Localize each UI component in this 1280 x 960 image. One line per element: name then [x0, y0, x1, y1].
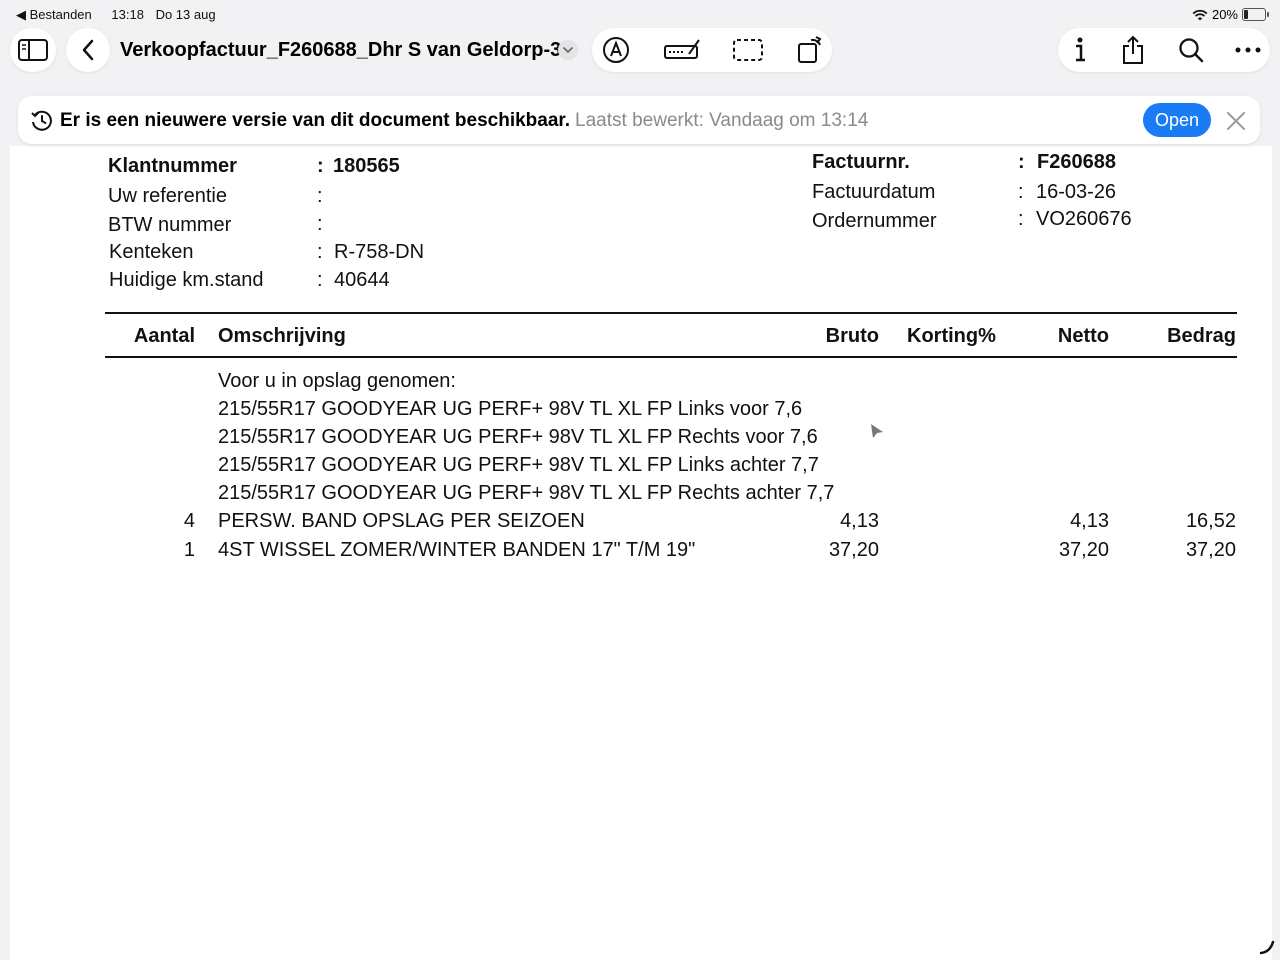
field-separator: : — [1018, 208, 1024, 230]
field-value-factuurdatum: 16-03-26 — [1036, 181, 1117, 203]
field-label-kenteken: Kenteken — [109, 241, 194, 263]
field-separator: : — [317, 269, 323, 291]
close-icon[interactable] — [1226, 111, 1246, 131]
note-line: 215/55R17 GOODYEAR UG PERF+ 98V TL XL FP… — [218, 482, 835, 504]
line-aantal: 1 — [183, 539, 195, 561]
battery-percentage: 20% — [1211, 7, 1238, 22]
column-header-bruto: Bruto — [825, 325, 879, 347]
signature-field-icon — [664, 39, 700, 59]
line-bedrag: 16,52 — [1185, 510, 1236, 532]
note-line: 215/55R17 GOODYEAR UG PERF+ 98V TL XL FP… — [218, 454, 819, 476]
search-button[interactable] — [1169, 28, 1213, 72]
title-menu-button[interactable] — [558, 40, 578, 60]
back-app-label: Bestanden — [29, 7, 92, 22]
pointer-cursor-icon — [871, 424, 883, 438]
open-new-version-button[interactable]: Open — [1143, 103, 1211, 137]
chevron-down-icon — [563, 46, 573, 53]
ellipsis-icon — [1235, 47, 1261, 53]
status-time: 13:18 — [111, 7, 144, 22]
field-separator: : — [317, 241, 323, 263]
line-omschrijving: 4ST WISSEL ZOMER/WINTER BANDEN 17" T/M 1… — [218, 539, 696, 561]
document-title[interactable]: Verkoopfactuur_F260688_Dhr S van Geldorp… — [120, 39, 561, 62]
field-value-kenteken: R-758-DN — [334, 241, 425, 263]
field-value-kmstand: 40644 — [334, 269, 390, 291]
rotate-icon — [798, 36, 822, 63]
history-clock-icon — [31, 110, 52, 131]
column-header-netto: Netto — [1057, 325, 1109, 347]
table-top-rule — [105, 312, 1237, 314]
field-label-kmstand: Huidige km.stand — [109, 269, 264, 291]
sidebar-icon — [18, 39, 48, 61]
field-label-klantnummer: Klantnummer — [108, 155, 237, 177]
field-label-factuurnr: Factuurnr. — [812, 151, 910, 173]
field-separator: : — [1018, 181, 1024, 203]
note-line: Voor u in opslag genomen: — [218, 370, 456, 392]
markup-toolbar — [592, 28, 832, 72]
sidebar-toggle-button[interactable] — [10, 28, 56, 72]
line-omschrijving: PERSW. BAND OPSLAG PER SEIZOEN — [218, 510, 585, 532]
field-label-referentie: Uw referentie — [108, 185, 227, 207]
banner-message: Er is een nieuwere versie van dit docume… — [60, 110, 868, 132]
battery-charging-icon — [1242, 8, 1269, 21]
share-icon — [1123, 35, 1144, 64]
wifi-icon — [1192, 9, 1208, 20]
banner-last-edited: Laatst bewerkt: Vandaag om 13:14 — [575, 110, 869, 131]
dashed-rectangle-icon — [733, 39, 763, 61]
resize-corner-icon[interactable] — [1258, 940, 1276, 956]
info-icon — [1075, 37, 1085, 62]
search-icon — [1179, 38, 1203, 63]
form-fill-button[interactable] — [660, 28, 704, 72]
right-toolbar — [1058, 28, 1270, 72]
rotate-button[interactable] — [788, 28, 832, 72]
line-aantal: 4 — [183, 510, 195, 532]
field-value-ordernummer: VO260676 — [1036, 208, 1132, 230]
field-separator: : — [317, 185, 323, 207]
line-bedrag: 37,20 — [1185, 539, 1236, 561]
column-header-korting: Korting% — [907, 325, 996, 347]
markup-button[interactable] — [594, 28, 638, 72]
back-button[interactable] — [66, 28, 110, 72]
field-label-ordernummer: Ordernummer — [812, 210, 937, 232]
info-button[interactable] — [1058, 28, 1102, 72]
share-button[interactable] — [1112, 28, 1156, 72]
line-bruto: 4,13 — [840, 510, 879, 532]
field-label-factuurdatum: Factuurdatum — [812, 181, 936, 203]
table-header-rule — [105, 356, 1237, 358]
field-value-factuurnr: F260688 — [1037, 151, 1116, 173]
column-header-aantal: Aantal — [133, 325, 195, 347]
field-value-klantnummer: 180565 — [333, 155, 400, 177]
markup-pen-icon — [603, 37, 629, 63]
line-netto: 37,20 — [1058, 539, 1109, 561]
chevron-left-icon — [82, 39, 94, 61]
note-line: 215/55R17 GOODYEAR UG PERF+ 98V TL XL FP… — [218, 398, 803, 420]
column-header-omschrijving: Omschrijving — [218, 325, 346, 347]
more-button[interactable] — [1227, 28, 1271, 72]
line-bruto: 37,20 — [828, 539, 879, 561]
field-separator: : — [317, 155, 324, 177]
status-date: Do 13 aug — [155, 7, 216, 22]
column-header-bedrag: Bedrag — [1167, 325, 1236, 347]
selection-button[interactable] — [726, 28, 770, 72]
status-bar-right: 20% — [1192, 7, 1269, 22]
field-separator: : — [1018, 151, 1025, 173]
field-separator: : — [317, 213, 323, 235]
back-to-app-link[interactable]: ◀ Bestanden — [16, 7, 100, 22]
note-line: 215/55R17 GOODYEAR UG PERF+ 98V TL XL FP… — [218, 426, 818, 448]
line-netto: 4,13 — [1070, 510, 1109, 532]
field-label-btw: BTW nummer — [108, 214, 232, 236]
status-bar-left: ◀ Bestanden 13:18 Do 13 aug — [16, 7, 224, 23]
banner-main-text: Er is een nieuwere versie van dit docume… — [60, 110, 571, 131]
